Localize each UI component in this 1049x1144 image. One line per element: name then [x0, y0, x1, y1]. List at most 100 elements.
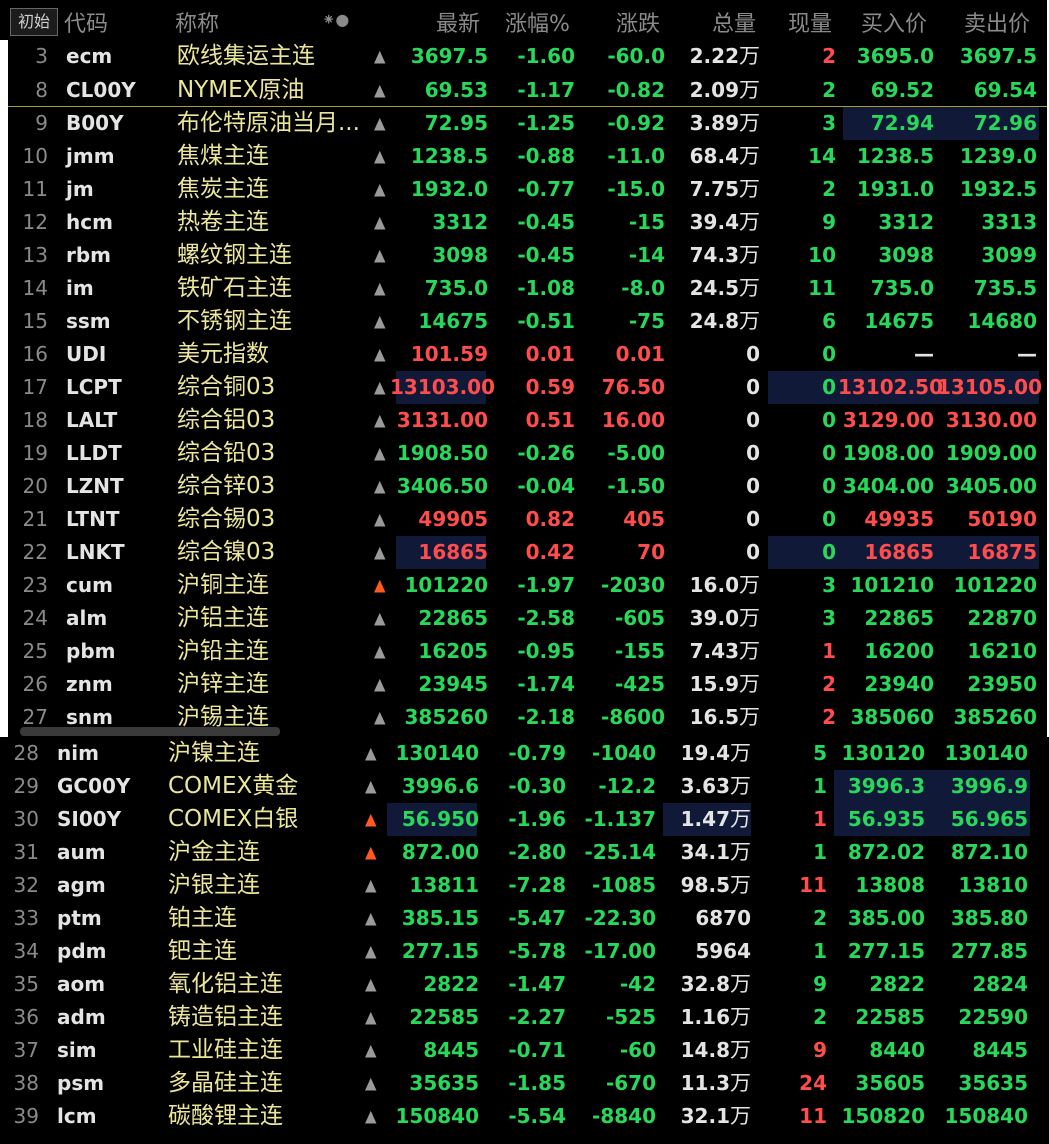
current-volume: 2 — [822, 177, 836, 201]
alert-bell-icon[interactable]: ▲ — [374, 72, 386, 108]
table-row[interactable]: 36 adm 铸造铝主连 ▲ 22585 -2.27 -525 1.16万 2 22585 2259… — [0, 1001, 1049, 1034]
alert-bell-icon[interactable]: ▲ — [374, 204, 386, 240]
table-row[interactable]: 10 jmm 焦煤主连 ▲ 1238.5 -0.88 -11.0 68.4万 14 1238.5 1… — [0, 140, 1049, 173]
table-row[interactable]: 32 agm 沪银主连 ▲ 13811 -7.28 -1085 98.5万 11 13808 138… — [0, 869, 1049, 902]
alert-bell-icon[interactable]: ▲ — [374, 171, 386, 207]
alert-bell-icon[interactable]: ▲ — [374, 402, 386, 438]
table-row[interactable]: 8 CL00Y NYMEX原油 ▲ 69.53 -1.17 -0.82 2.09万 2 69.52… — [0, 74, 1049, 107]
symbol-name: 沪铜主连 — [177, 572, 269, 598]
table-row[interactable]: 14 im 铁矿石主连 ▲ 735.0 -1.08 -8.0 24.5万 11 735.0 735.… — [0, 272, 1049, 305]
table-row[interactable]: 21 LTNT 综合锡03 ▲ 49905 0.82 405 0 0 49935 50190 — [0, 503, 1049, 536]
alert-bell-icon[interactable]: ▲ — [374, 468, 386, 504]
alert-bell-icon[interactable]: ▲ — [365, 933, 377, 969]
table-row[interactable]: 23 cum 沪铜主连 ▲ 101220 -1.97 -2030 16.0万 3 101210 10… — [0, 569, 1049, 602]
symbol-name: 布伦特原油当月... — [177, 110, 360, 136]
alert-bell-icon[interactable]: ▲ — [365, 900, 377, 936]
ask-price: 56.965 — [950, 807, 1028, 831]
table-row[interactable]: 33 ptm 铂主连 ▲ 385.15 -5.47 -22.30 6870 2 385.00 385… — [0, 902, 1049, 935]
alert-bell-icon[interactable]: ▲ — [374, 336, 386, 372]
reset-button[interactable]: 初始 — [10, 8, 58, 36]
table-row[interactable]: 9 B00Y 布伦特原油当月... ▲ 72.95 -1.25 -0.92 3.89万 3 72.… — [0, 107, 1049, 140]
table-row[interactable]: 28 nim 沪镍主连 ▲ 130140 -0.79 -1040 19.4万 5 130120 13… — [0, 737, 1049, 770]
col-pct-header[interactable]: 涨幅% — [505, 6, 570, 38]
current-volume: 9 — [822, 210, 836, 234]
table-row[interactable]: 3 ecm 欧线集运主连 ▲ 3697.5 -1.60 -60.0 2.22万 2 3695.0 3… — [0, 40, 1049, 73]
bid-price: 2822 — [869, 972, 925, 996]
table-row[interactable]: 35 aom 氧化铝主连 ▲ 2822 -1.47 -42 32.8万 9 2822 2824 — [0, 968, 1049, 1001]
alert-bell-icon[interactable]: ▲ — [374, 237, 386, 273]
alert-bell-icon[interactable]: ▲ — [374, 567, 386, 603]
table-row[interactable]: 18 LALT 综合铝03 ▲ 3131.00 0.51 16.00 0 0 3129.00 313… — [0, 404, 1049, 437]
alert-bell-icon[interactable]: ▲ — [374, 633, 386, 669]
table-row[interactable]: 17 LCPT 综合铜03 ▲ 13103.00 0.59 76.50 0 0 13102.50 1… — [0, 371, 1049, 404]
alert-bell-icon[interactable]: ▲ — [365, 1032, 377, 1068]
col-code-header[interactable]: 代码 — [64, 6, 108, 38]
column-header: 初始 代码 称称 ⁕● 最新 涨幅% 涨跌 总量 现量 买入价 卖出价 — [0, 0, 1047, 40]
total-volume: 11.3万 — [663, 1067, 751, 1100]
alert-bell-icon[interactable]: ▲ — [365, 735, 377, 771]
col-bid-header[interactable]: 买入价 — [861, 6, 927, 38]
table-row[interactable]: 38 psm 多晶硅主连 ▲ 35635 -1.85 -670 11.3万 24 35605 356… — [0, 1067, 1049, 1100]
symbol-code: nim — [57, 741, 99, 765]
alert-bell-icon[interactable]: ▲ — [365, 1065, 377, 1101]
table-row[interactable]: 20 LZNT 综合锌03 ▲ 3406.50 -0.04 -1.50 0 0 3404.00 34… — [0, 470, 1049, 503]
alert-bell-icon[interactable]: ▲ — [365, 966, 377, 1002]
table-row[interactable]: 25 pbm 沪铅主连 ▲ 16205 -0.95 -155 7.43万 1 16200 16210 — [0, 635, 1049, 668]
table-row[interactable]: 22 LNKT 综合镍03 ▲ 16865 0.42 70 0 0 16865 16875 — [0, 536, 1049, 569]
alert-bell-icon[interactable]: ▲ — [365, 1098, 377, 1134]
volume-value: 0 — [746, 474, 760, 498]
alert-bell-icon[interactable]: ▲ — [374, 369, 386, 405]
total-volume: 98.5万 — [663, 869, 751, 902]
col-cur-header[interactable]: 现量 — [788, 6, 832, 38]
table-row[interactable]: 37 sim 工业硅主连 ▲ 8445 -0.71 -60 14.8万 9 8440 8445 — [0, 1034, 1049, 1067]
table-row[interactable]: 34 pdm 钯主连 ▲ 277.15 -5.78 -17.00 5964 1 277.15 277… — [0, 935, 1049, 968]
table-row[interactable]: 12 hcm 热卷主连 ▲ 3312 -0.45 -15 39.4万 9 3312 3313 — [0, 206, 1049, 239]
alert-bell-icon[interactable]: ▲ — [374, 699, 386, 735]
table-row[interactable]: 16 UDI 美元指数 ▲ 101.59 0.01 0.01 0 0 — — — [0, 338, 1049, 371]
table-row[interactable]: 30 SI00Y COMEX白银 ▲ 56.950 -1.96 -1.137 1.47万 1 56… — [0, 803, 1049, 836]
alert-bell-icon[interactable]: ▲ — [374, 105, 386, 141]
col-chg-header[interactable]: 涨跌 — [616, 6, 660, 38]
alert-bell-icon[interactable]: ▲ — [374, 270, 386, 306]
symbol-code: jm — [66, 177, 94, 201]
table-row[interactable]: 19 LLDT 综合铅03 ▲ 1908.50 -0.26 -5.00 0 0 1908.00 19… — [0, 437, 1049, 470]
volume-value: 24.5 — [689, 276, 739, 300]
symbol-code: cum — [66, 573, 113, 597]
alert-bell-icon[interactable]: ▲ — [365, 801, 377, 837]
table-row[interactable]: 13 rbm 螺纹钢主连 ▲ 3098 -0.45 -14 74.3万 10 3098 3099 — [0, 239, 1049, 272]
last-price: 22865 — [418, 606, 488, 630]
table-row[interactable]: 31 aum 沪金主连 ▲ 872.00 -2.80 -25.14 34.1万 1 872.02 8… — [0, 836, 1049, 869]
table-row[interactable]: 24 alm 沪铝主连 ▲ 22865 -2.58 -605 39.0万 3 22865 22870 — [0, 602, 1049, 635]
alert-bell-icon[interactable]: ▲ — [374, 501, 386, 537]
table-row[interactable]: 11 jm 焦炭主连 ▲ 1932.0 -0.77 -15.0 7.75万 2 1931.0 193… — [0, 173, 1049, 206]
alert-bell-icon[interactable]: ▲ — [374, 38, 386, 74]
table-row[interactable]: 29 GC00Y COMEX黄金 ▲ 3996.6 -0.30 -12.2 3.63万 1 399… — [0, 770, 1049, 803]
table-row[interactable]: 26 znm 沪锌主连 ▲ 23945 -1.74 -425 15.9万 2 23940 23950 — [0, 668, 1049, 701]
alert-bell-icon[interactable]: ▲ — [365, 834, 377, 870]
volume-value: 74.3 — [689, 243, 739, 267]
col-icons-header[interactable]: ⁕● — [322, 10, 349, 29]
change-percent: 0.82 — [525, 507, 575, 531]
col-ask-header[interactable]: 卖出价 — [964, 6, 1030, 38]
alert-bell-icon[interactable]: ▲ — [374, 435, 386, 471]
col-vol-header[interactable]: 总量 — [712, 6, 756, 38]
alert-bell-icon[interactable]: ▲ — [365, 768, 377, 804]
alert-bell-icon[interactable]: ▲ — [374, 600, 386, 636]
alert-bell-icon[interactable]: ▲ — [374, 303, 386, 339]
table-row[interactable]: 39 lcm 碳酸锂主连 ▲ 150840 -5.54 -8840 32.1万 11 150820… — [0, 1100, 1049, 1133]
alert-bell-icon[interactable]: ▲ — [374, 534, 386, 570]
alert-bell-icon[interactable]: ▲ — [365, 867, 377, 903]
last-price: 3697.5 — [410, 44, 488, 68]
alert-bell-icon[interactable]: ▲ — [374, 666, 386, 702]
col-last-header[interactable]: 最新 — [436, 6, 480, 38]
volume-value: 16.0 — [689, 573, 739, 597]
current-volume: 9 — [813, 1038, 827, 1062]
change-value: -155 — [614, 639, 665, 663]
alert-bell-icon[interactable]: ▲ — [374, 138, 386, 174]
symbol-code: adm — [57, 1005, 106, 1029]
horizontal-scrollbar[interactable] — [20, 727, 280, 736]
col-name-header[interactable]: 称称 — [175, 6, 219, 38]
last-price: 14675 — [418, 309, 488, 333]
table-row[interactable]: 15 ssm 不锈钢主连 ▲ 14675 -0.51 -75 24.8万 6 14675 14680 — [0, 305, 1049, 338]
alert-bell-icon[interactable]: ▲ — [365, 999, 377, 1035]
